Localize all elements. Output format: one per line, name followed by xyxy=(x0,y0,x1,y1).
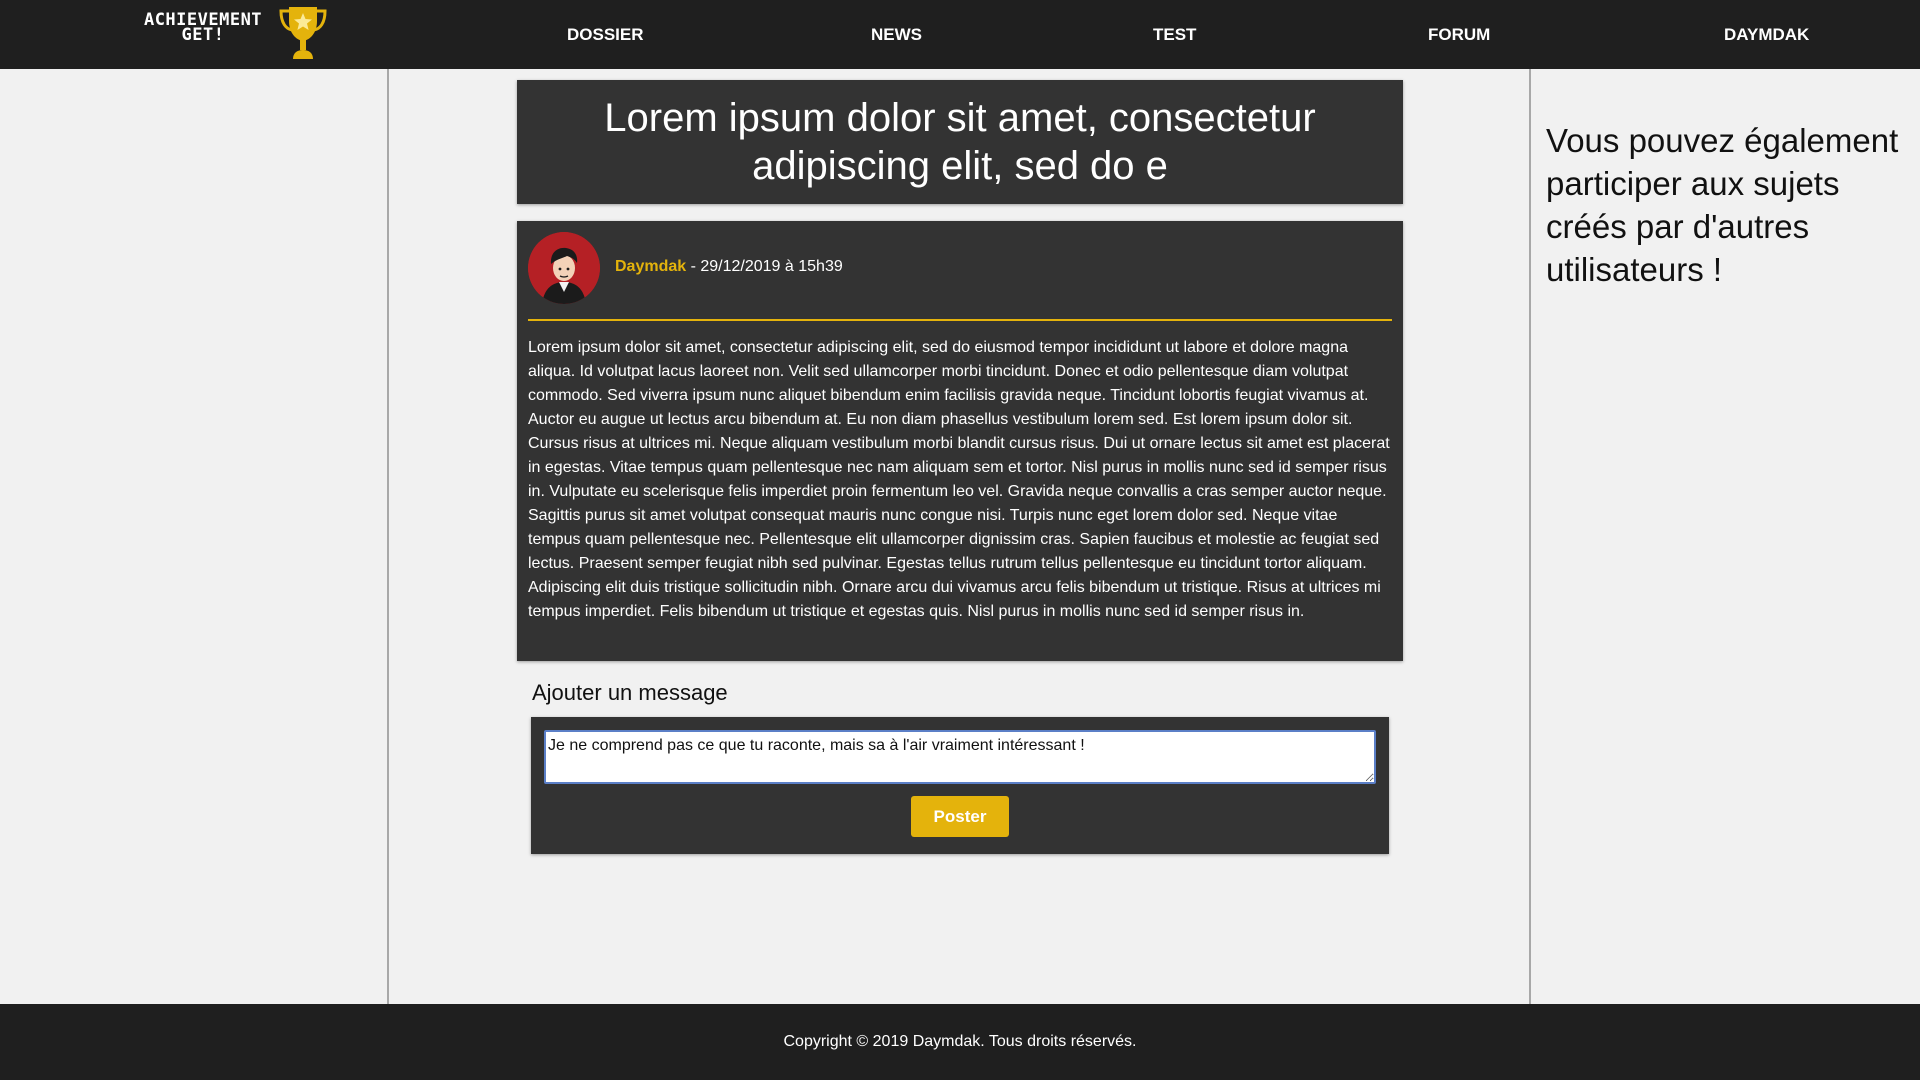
site-logo[interactable]: ACHIEVEMENT GET! xyxy=(123,5,328,65)
topic-title: Lorem ipsum dolor sit amet, consectetur … xyxy=(604,96,1316,188)
nav-item-forum[interactable]: FORUM xyxy=(1428,24,1490,46)
post-meta: Daymdak - 29/12/2019 à 15h39 xyxy=(615,256,843,278)
aside-info-text: Vous pouvez également participer aux suj… xyxy=(1546,122,1899,288)
reply-message-input[interactable]: Je ne comprend pas ce que tu raconte, ma… xyxy=(544,730,1376,784)
nav-item-daymdak[interactable]: DAYMDAK xyxy=(1724,24,1809,46)
nav-item-test[interactable]: TEST xyxy=(1153,24,1196,46)
post-date: - 29/12/2019 à 15h39 xyxy=(686,258,843,275)
trophy-icon xyxy=(279,7,327,59)
logo-line-2: GET! xyxy=(181,25,225,45)
post-body: Lorem ipsum dolor sit amet, consectetur … xyxy=(528,339,1390,620)
avatar[interactable] xyxy=(528,232,600,304)
top-navbar: ACHIEVEMENT GET! DOSSIER NEWS TEST FORUM… xyxy=(0,0,1920,69)
post-author-link[interactable]: Daymdak xyxy=(615,258,686,275)
right-sidebar: Vous pouvez également participer aux suj… xyxy=(1529,69,1920,1004)
left-sidebar xyxy=(0,69,389,1004)
footer-copyright: Copyright © 2019 Daymdak. Tous droits ré… xyxy=(783,1033,1137,1050)
post-divider xyxy=(528,319,1392,321)
avatar-icon xyxy=(528,232,600,304)
nav-item-news[interactable]: NEWS xyxy=(871,24,922,46)
reply-form: Je ne comprend pas ce que tu raconte, ma… xyxy=(531,717,1389,854)
reply-heading: Ajouter un message xyxy=(532,680,728,705)
topic-title-box: Lorem ipsum dolor sit amet, consectetur … xyxy=(517,80,1403,204)
footer: Copyright © 2019 Daymdak. Tous droits ré… xyxy=(0,1004,1920,1080)
forum-post: Daymdak - 29/12/2019 à 15h39 Lorem ipsum… xyxy=(517,221,1403,661)
nav-item-dossier[interactable]: DOSSIER xyxy=(567,24,644,46)
post-reply-button[interactable]: Poster xyxy=(911,796,1009,837)
logo-text: ACHIEVEMENT GET! xyxy=(123,12,283,45)
